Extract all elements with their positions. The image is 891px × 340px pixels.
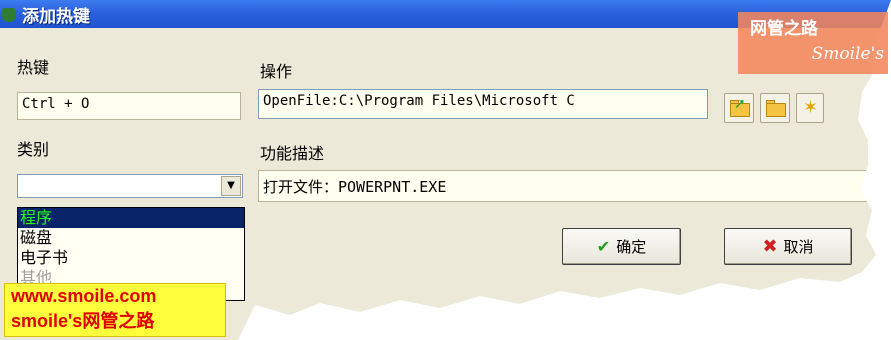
watermark-cn-text: 网管之路 (750, 19, 818, 39)
chevron-down-icon[interactable]: ▼ (221, 176, 241, 196)
category-label: 类别 (17, 140, 50, 159)
browse-folder-button[interactable] (760, 93, 790, 123)
cancel-button-label: 取消 (783, 238, 814, 256)
folder-icon (766, 103, 786, 117)
hotkey-input[interactable]: Ctrl + O (17, 92, 241, 120)
description-input[interactable]: 打开文件：POWERPNT.EXE (258, 170, 870, 202)
watermark-url: www.smoile.com (11, 286, 157, 306)
description-label: 功能描述 (260, 144, 325, 163)
open-file-button[interactable]: ➚ (724, 93, 754, 123)
window-title: 添加热键 (22, 7, 90, 27)
action-input[interactable]: OpenFile:C:\Program Files\Microsoft C (258, 89, 708, 119)
cancel-button[interactable]: ✖ 取消 (724, 228, 852, 265)
watermark-top-right: 网管之路 Smoile's (738, 12, 888, 74)
watermark-bottom: www.smoile.com smoile's网管之路 (4, 283, 226, 337)
x-icon: ✖ (762, 236, 778, 257)
category-option-ebook[interactable]: 电子书 (18, 248, 244, 268)
ok-button-label: 确定 (616, 238, 647, 256)
checkmark-icon: ✔ (596, 237, 611, 256)
hotkey-label: 热键 (17, 58, 50, 77)
watermark-site-name: smoile's网管之路 (11, 311, 155, 331)
action-label: 操作 (260, 62, 293, 81)
wizard-button[interactable]: ✶ (796, 93, 824, 123)
category-select[interactable]: ▼ (17, 174, 243, 198)
watermark-en-text: Smoile's (811, 44, 884, 64)
category-option-program[interactable]: 程序 (18, 208, 244, 228)
app-icon (2, 8, 16, 22)
wand-icon: ✶ (803, 97, 819, 118)
ok-button[interactable]: ✔ 确定 (562, 228, 681, 265)
category-option-disk[interactable]: 磁盘 (18, 228, 244, 248)
